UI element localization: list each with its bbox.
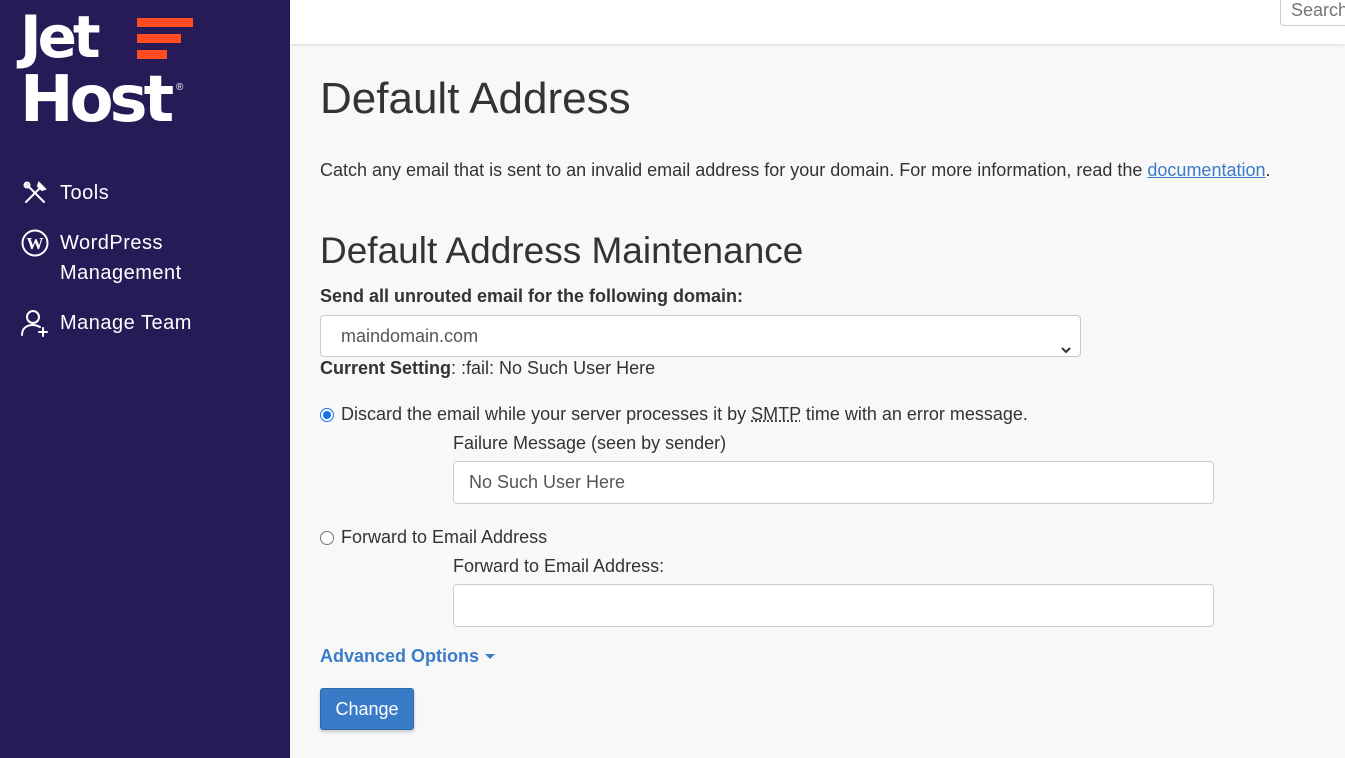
tools-icon: [20, 178, 50, 208]
section-title: Default Address Maintenance: [320, 230, 803, 272]
logo-text-host: Host: [20, 68, 170, 132]
jethost-logo[interactable]: Jet Host ®: [20, 8, 200, 132]
caret-down-icon: [485, 654, 495, 659]
forward-option[interactable]: Forward to Email Address: [320, 527, 547, 548]
sidebar-item-label: Tools: [60, 178, 210, 208]
failure-message-input[interactable]: [453, 461, 1214, 504]
advanced-options-toggle[interactable]: Advanced Options: [320, 646, 495, 667]
sidebar: Jet Host ® Tools W WordPress Management …: [0, 0, 290, 758]
description-text: Catch any email that is sent to an inval…: [320, 160, 1147, 180]
description-suffix: .: [1266, 160, 1271, 180]
domain-select[interactable]: maindomain.com: [320, 315, 1081, 357]
discard-label-suffix: time with an error message.: [801, 404, 1028, 424]
wordpress-icon: W: [20, 228, 50, 258]
sidebar-item-label: WordPress Management: [60, 228, 210, 288]
sidebar-item-label: Manage Team: [60, 308, 210, 338]
registered-mark: ®: [176, 82, 183, 93]
sidebar-item-wordpress-management[interactable]: W WordPress Management: [0, 222, 290, 294]
add-user-icon: [20, 308, 50, 338]
forward-address-input[interactable]: [453, 584, 1214, 627]
advanced-options-label: Advanced Options: [320, 646, 479, 667]
page-description: Catch any email that is sent to an inval…: [320, 160, 1271, 181]
forward-label: Forward to Email Address: [341, 527, 547, 548]
domain-label: Send all unrouted email for the followin…: [320, 286, 743, 307]
discard-label-text: Discard the email while your server proc…: [341, 404, 751, 424]
page-title: Default Address: [320, 74, 631, 124]
search-input[interactable]: [1280, 0, 1345, 26]
svg-text:W: W: [27, 234, 44, 253]
current-setting-value: : :fail: No Such User Here: [451, 358, 655, 378]
top-bar: [290, 0, 1345, 44]
discard-radio[interactable]: [320, 408, 334, 422]
current-setting: Current Setting: :fail: No Such User Her…: [320, 358, 655, 379]
current-setting-label: Current Setting: [320, 358, 451, 378]
documentation-link[interactable]: documentation: [1147, 160, 1265, 180]
domain-select-value: maindomain.com: [341, 326, 478, 346]
change-button[interactable]: Change: [320, 688, 414, 730]
discard-label: Discard the email while your server proc…: [341, 404, 1028, 425]
failure-message-label: Failure Message (seen by sender): [453, 433, 726, 454]
discard-option[interactable]: Discard the email while your server proc…: [320, 404, 1028, 425]
logo-text-jet: Jet: [20, 8, 97, 66]
logo-bars-icon: [137, 18, 193, 66]
forward-address-label: Forward to Email Address:: [453, 556, 664, 577]
sidebar-item-tools[interactable]: Tools: [0, 172, 290, 214]
smtp-abbr: SMTP: [751, 404, 801, 424]
chevron-down-icon: [1060, 330, 1072, 370]
forward-radio[interactable]: [320, 531, 334, 545]
sidebar-nav: Tools W WordPress Management Manage Team: [0, 172, 290, 352]
sidebar-item-manage-team[interactable]: Manage Team: [0, 302, 290, 344]
